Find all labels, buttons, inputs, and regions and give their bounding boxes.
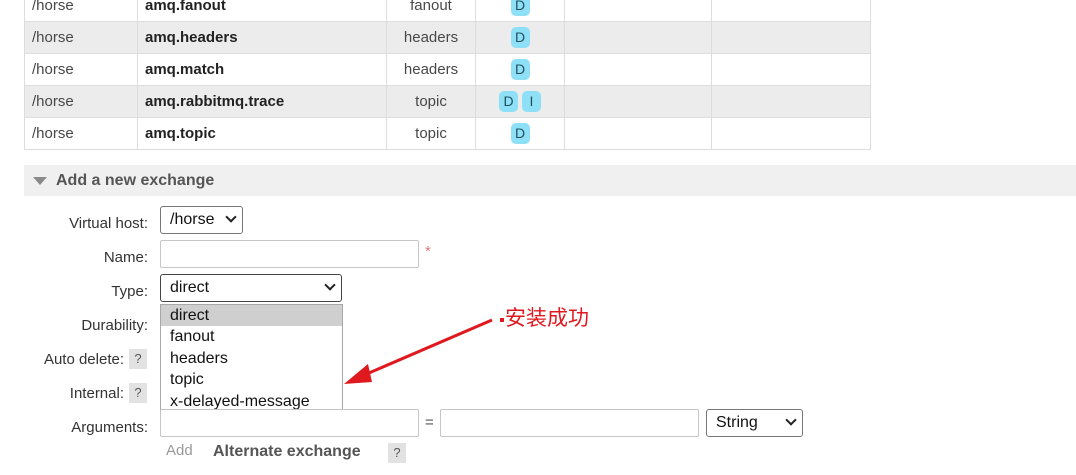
annotation-text: 安装成功 (505, 306, 589, 330)
annotation-arrow-icon (344, 318, 504, 384)
